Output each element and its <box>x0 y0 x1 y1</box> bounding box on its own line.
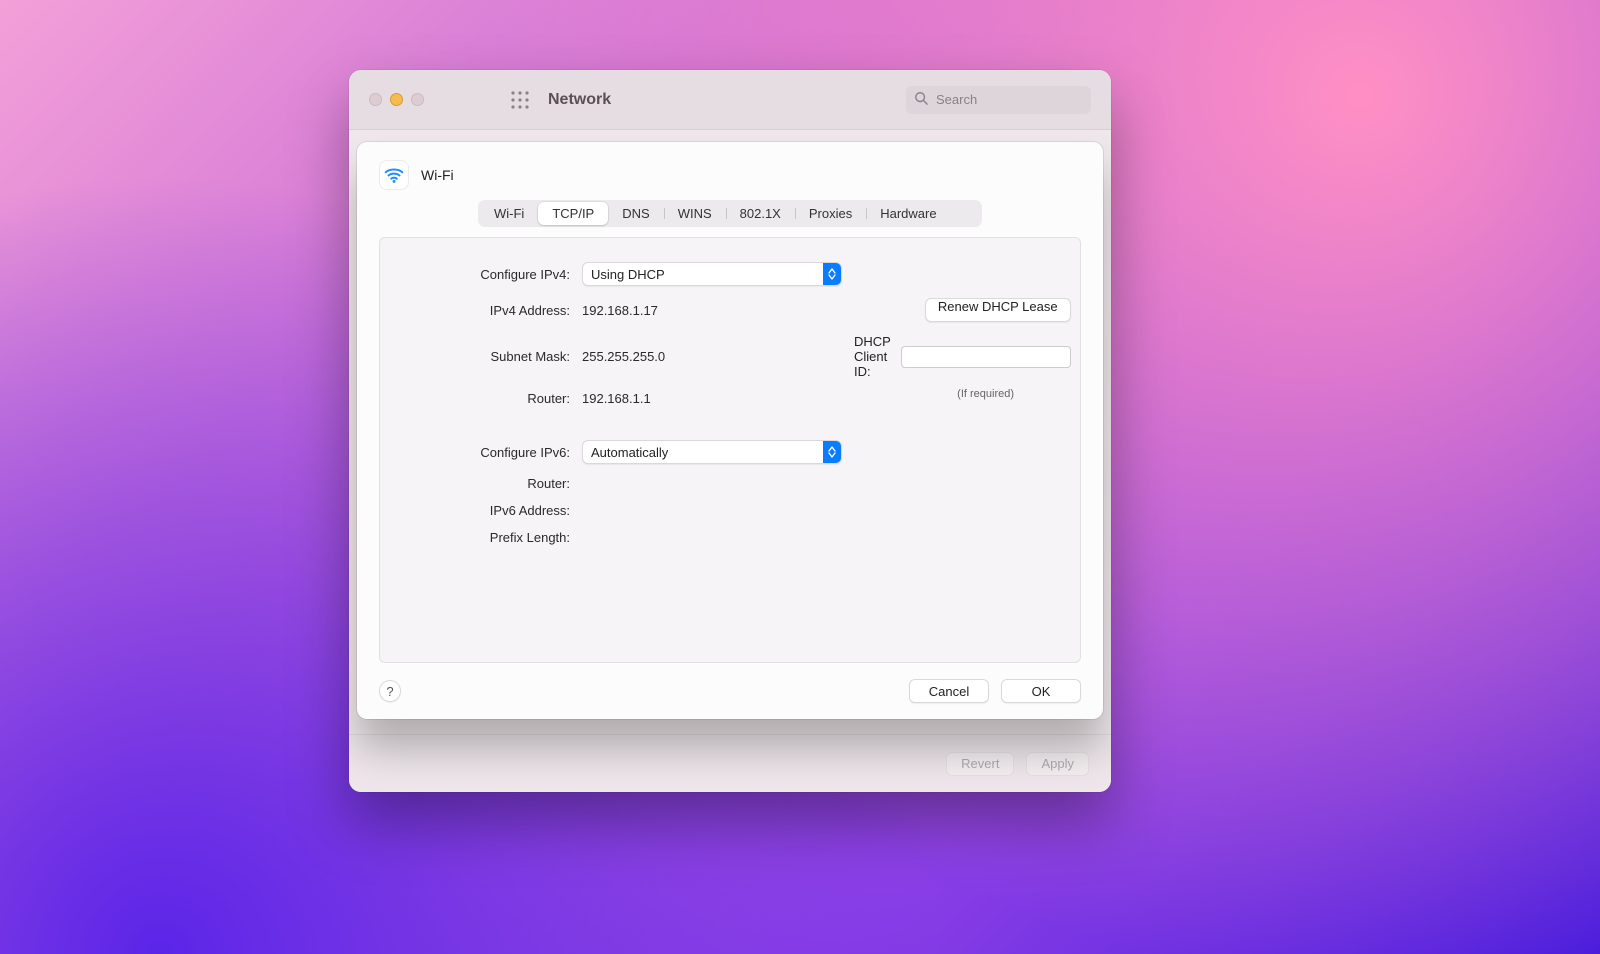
sheet-footer: ? Cancel OK <box>357 663 1103 719</box>
tcpip-panel: Configure IPv4: Using DHCP IPv4 Address:… <box>379 237 1081 663</box>
label-ipv6-address: IPv6 Address: <box>410 503 570 518</box>
dhcp-client-id-input[interactable] <box>901 346 1071 368</box>
tab-proxies[interactable]: Proxies <box>795 202 866 225</box>
tab-wifi[interactable]: Wi-Fi <box>480 202 538 225</box>
tab-8021x[interactable]: 802.1X <box>726 202 795 225</box>
label-subnet-mask: Subnet Mask: <box>410 349 570 364</box>
value-router-ipv4: 192.168.1.1 <box>582 391 842 406</box>
label-ipv4-address: IPv4 Address: <box>410 303 570 318</box>
dhcp-client-id-row: DHCP Client ID: <box>854 334 1071 379</box>
tab-hardware[interactable]: Hardware <box>866 202 950 225</box>
advanced-settings-sheet: Wi-Fi Wi-FiTCP/IPDNSWINS802.1XProxiesHar… <box>357 142 1103 719</box>
connection-name: Wi-Fi <box>421 167 454 183</box>
sheet-header: Wi-Fi <box>357 142 1103 200</box>
tab-wins[interactable]: WINS <box>664 202 726 225</box>
tabs-bar: Wi-FiTCP/IPDNSWINS802.1XProxiesHardware <box>379 200 1081 227</box>
help-button[interactable]: ? <box>379 680 401 702</box>
apply-button[interactable]: Apply <box>1026 752 1089 776</box>
ok-button[interactable]: OK <box>1001 679 1081 703</box>
revert-button[interactable]: Revert <box>946 752 1014 776</box>
configure-ipv4-popup[interactable]: Using DHCP <box>582 262 842 286</box>
label-router-ipv6: Router: <box>410 476 570 491</box>
prefs-bottom-bar: Revert Apply <box>349 734 1111 792</box>
configure-ipv4-value: Using DHCP <box>591 267 665 282</box>
configure-ipv6-value: Automatically <box>591 445 668 460</box>
renew-dhcp-lease-button[interactable]: Renew DHCP Lease <box>925 298 1071 322</box>
system-preferences-window: Network Revert Apply Wi-Fi Wi- <box>349 70 1111 792</box>
label-router-ipv4: Router: <box>410 391 570 406</box>
popup-arrows-icon <box>823 263 841 285</box>
label-configure-ipv4: Configure IPv4: <box>410 267 570 282</box>
wifi-icon <box>379 160 409 190</box>
configure-ipv6-popup[interactable]: Automatically <box>582 440 842 464</box>
value-subnet-mask: 255.255.255.0 <box>582 349 842 364</box>
value-ipv4-address: 192.168.1.17 <box>582 303 842 318</box>
label-dhcp-client-id: DHCP Client ID: <box>854 334 891 379</box>
label-configure-ipv6: Configure IPv6: <box>410 445 570 460</box>
label-prefix-length: Prefix Length: <box>410 530 570 545</box>
tab-dns[interactable]: DNS <box>608 202 663 225</box>
cancel-button[interactable]: Cancel <box>909 679 989 703</box>
popup-arrows-icon <box>823 441 841 463</box>
segmented-tabs: Wi-FiTCP/IPDNSWINS802.1XProxiesHardware <box>478 200 982 227</box>
if-required-note: (If required) <box>901 388 1071 400</box>
tab-tcpip[interactable]: TCP/IP <box>538 202 608 225</box>
